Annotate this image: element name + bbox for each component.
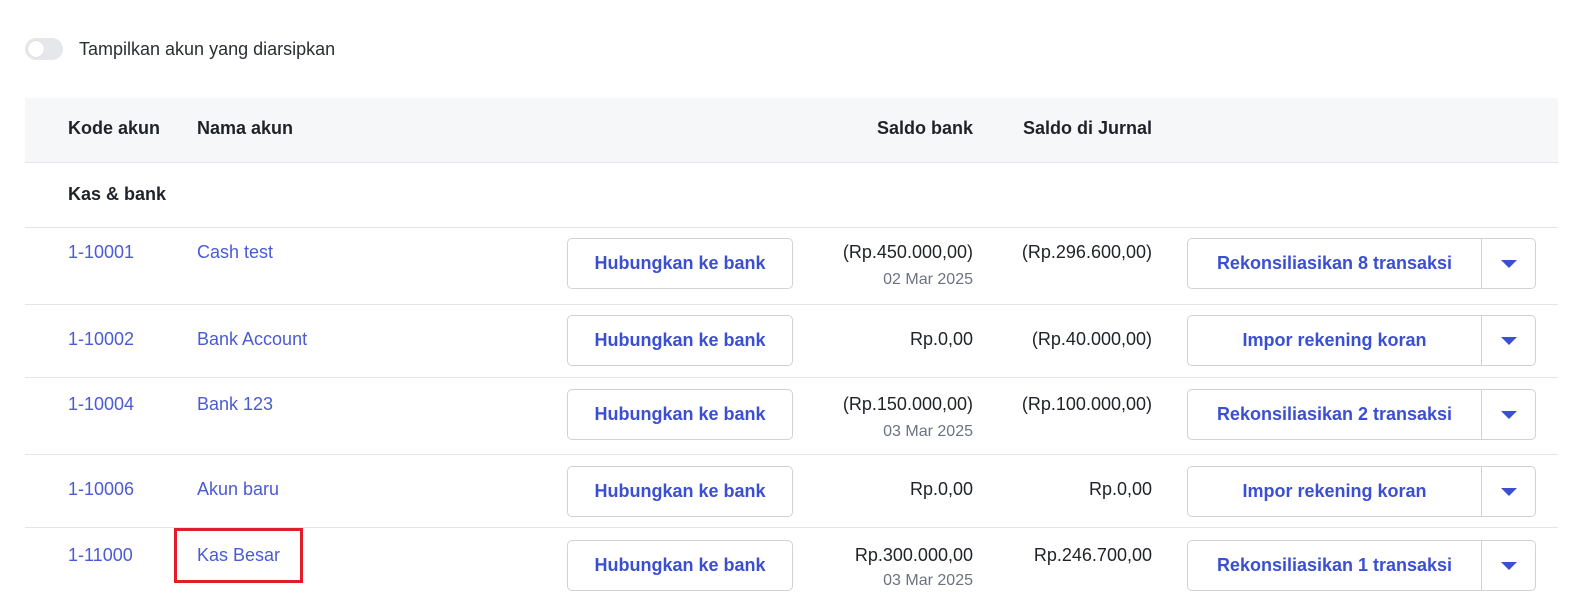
action-dropdown-button[interactable] <box>1482 316 1535 365</box>
account-code-link[interactable]: 1-10004 <box>68 394 134 415</box>
connect-bank-button[interactable]: Hubungkan ke bank <box>567 540 793 591</box>
caret-down-icon <box>1500 561 1517 570</box>
reconcile-button[interactable]: Rekonsiliasikan 8 transaksi <box>1188 239 1482 288</box>
table-row: 1-11000 Kas Besar Hubungkan ke bank Rp.3… <box>25 528 1558 594</box>
action-split-button: Impor rekening koran <box>1187 315 1536 366</box>
account-code-link[interactable]: 1-10001 <box>68 242 134 263</box>
import-statement-button[interactable]: Impor rekening koran <box>1188 316 1482 365</box>
account-name-link[interactable]: Cash test <box>197 242 273 263</box>
journal-balance: (Rp.40.000,00) <box>1031 329 1152 349</box>
account-name-link-highlighted[interactable]: Kas Besar <box>173 528 304 583</box>
account-name-link[interactable]: Bank Account <box>197 329 307 350</box>
action-dropdown-button[interactable] <box>1482 541 1535 590</box>
bank-balance-date: 03 Mar 2025 <box>883 423 973 440</box>
action-split-button: Rekonsiliasikan 1 transaksi <box>1187 540 1536 591</box>
journal-balance: Rp.0,00 <box>1088 479 1152 499</box>
action-split-button: Rekonsiliasikan 8 transaksi <box>1187 238 1536 289</box>
bank-balance-date: 03 Mar 2025 <box>883 572 973 589</box>
journal-balance: (Rp.100.000,00) <box>1021 394 1152 414</box>
connect-bank-button[interactable]: Hubungkan ke bank <box>567 389 793 440</box>
group-row-kas-bank: Kas & bank <box>25 163 1558 228</box>
caret-down-icon <box>1500 259 1517 268</box>
bank-balance: Rp.0,00 <box>909 479 973 499</box>
group-label: Kas & bank <box>68 184 167 204</box>
reconcile-button[interactable]: Rekonsiliasikan 2 transaksi <box>1188 390 1482 439</box>
archived-toggle[interactable] <box>25 38 63 60</box>
table-row: 1-10002 Bank Account Hubungkan ke bank R… <box>25 305 1558 378</box>
account-code-link[interactable]: 1-10006 <box>68 479 134 500</box>
accounts-page: Tampilkan akun yang diarsipkan Kode akun… <box>0 0 1575 594</box>
table-row: 1-10004 Bank 123 Hubungkan ke bank (Rp.1… <box>25 378 1558 455</box>
toggle-knob <box>28 41 44 57</box>
bank-balance: (Rp.450.000,00) <box>842 242 973 262</box>
archived-toggle-row: Tampilkan akun yang diarsipkan <box>25 38 335 60</box>
caret-down-icon <box>1500 487 1517 496</box>
action-dropdown-button[interactable] <box>1482 390 1535 439</box>
import-statement-button[interactable]: Impor rekening koran <box>1188 467 1482 516</box>
bank-balance-date: 02 Mar 2025 <box>883 271 973 288</box>
reconcile-button[interactable]: Rekonsiliasikan 1 transaksi <box>1188 541 1482 590</box>
action-dropdown-button[interactable] <box>1482 239 1535 288</box>
header-nama-akun: Nama akun <box>197 118 294 138</box>
caret-down-icon <box>1500 410 1517 419</box>
caret-down-icon <box>1500 336 1517 345</box>
archived-toggle-label: Tampilkan akun yang diarsipkan <box>79 38 336 59</box>
account-name-link[interactable]: Bank 123 <box>197 394 273 415</box>
action-split-button: Impor rekening koran <box>1187 466 1536 517</box>
connect-bank-button[interactable]: Hubungkan ke bank <box>567 315 793 366</box>
action-dropdown-button[interactable] <box>1482 467 1535 516</box>
account-code-link[interactable]: 1-10002 <box>68 329 134 350</box>
account-name-link[interactable]: Akun baru <box>197 479 279 500</box>
header-kode-akun: Kode akun <box>68 118 161 138</box>
journal-balance: Rp.246.700,00 <box>1033 545 1152 565</box>
table-row: 1-10001 Cash test Hubungkan ke bank (Rp.… <box>25 228 1558 305</box>
header-saldo-bank: Saldo bank <box>876 118 973 138</box>
bank-balance: Rp.300.000,00 <box>854 545 973 565</box>
accounts-table: Kode akun Nama akun Saldo bank Saldo di … <box>25 98 1558 594</box>
action-split-button: Rekonsiliasikan 2 transaksi <box>1187 389 1536 440</box>
table-row: 1-10006 Akun baru Hubungkan ke bank Rp.0… <box>25 455 1558 528</box>
connect-bank-button[interactable]: Hubungkan ke bank <box>567 238 793 289</box>
connect-bank-button[interactable]: Hubungkan ke bank <box>567 466 793 517</box>
table-header: Kode akun Nama akun Saldo bank Saldo di … <box>25 98 1558 163</box>
account-code-link[interactable]: 1-11000 <box>68 545 133 566</box>
bank-balance: (Rp.150.000,00) <box>842 394 973 414</box>
bank-balance: Rp.0,00 <box>909 329 973 349</box>
journal-balance: (Rp.296.600,00) <box>1021 242 1152 262</box>
header-saldo-jurnal: Saldo di Jurnal <box>1022 118 1152 138</box>
